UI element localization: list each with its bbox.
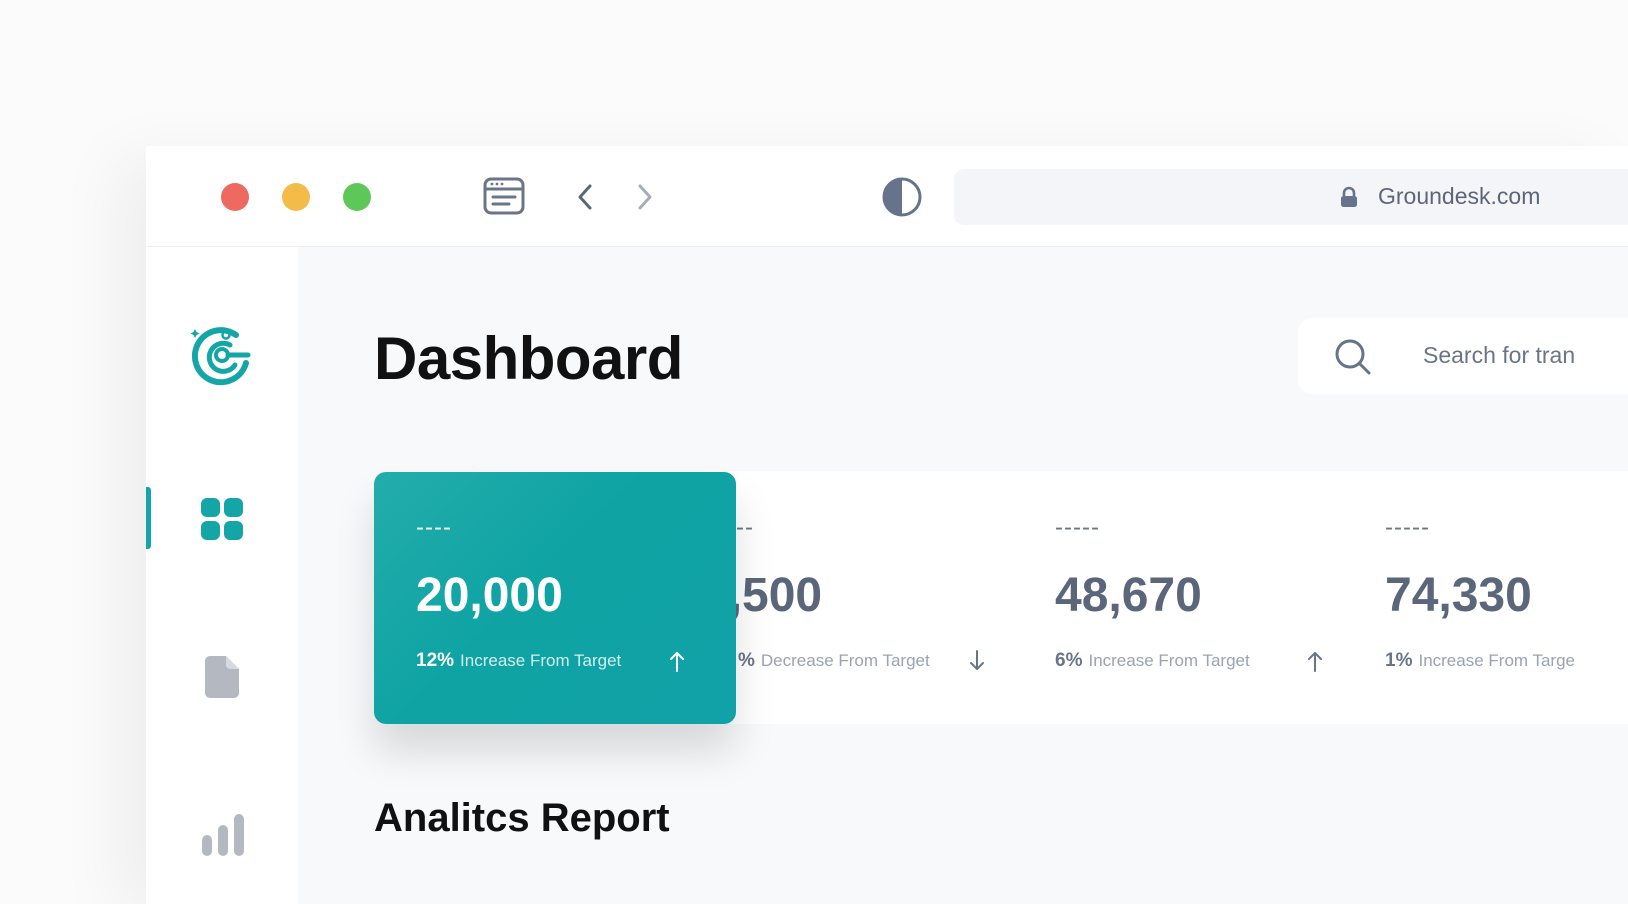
arrow-up-icon <box>1308 652 1322 672</box>
arrow-up-icon <box>670 652 684 672</box>
stat-change: 1% Increase From Targe <box>1385 649 1575 673</box>
sidebar <box>146 247 298 904</box>
stat-change-text: Increase From Target <box>1088 651 1250 670</box>
close-window-button[interactable] <box>221 183 249 211</box>
stat-change: 12% Increase From Target <box>416 649 621 673</box>
stat-change-text: Decrease From Target <box>760 651 930 670</box>
back-arrow-icon[interactable] <box>574 182 598 212</box>
groundesk-logo[interactable] <box>188 323 254 387</box>
sidebar-active-indicator <box>146 487 151 549</box>
maximize-window-button[interactable] <box>343 183 371 211</box>
search-input[interactable]: Search for tran <box>1423 342 1575 369</box>
stat-label: ----- <box>1055 514 1100 541</box>
stat-value: 20,000 <box>416 569 563 622</box>
sidebar-item-dashboard-grid-icon[interactable] <box>200 497 244 541</box>
stat-value: 6,500 <box>736 569 823 622</box>
stat-change: % Decrease From Target <box>738 649 930 673</box>
page-title: Dashboard <box>374 325 683 392</box>
stat-label: ----- <box>1385 514 1430 541</box>
lock-icon <box>1341 186 1357 207</box>
stat-value: 48,670 <box>1055 569 1202 622</box>
stat-card[interactable]: ---- 6,500 % Decrease From Target <box>736 472 1028 724</box>
stat-card[interactable]: ----- 48,670 6% Increase From Target <box>1028 472 1358 724</box>
stat-change-text: Increase From Targe <box>1418 651 1575 670</box>
address-bar[interactable]: Groundesk.com <box>954 169 1628 225</box>
stat-change: 6% Increase From Target <box>1055 649 1250 673</box>
stat-card-highlighted[interactable]: ---- 20,000 12% Increase From Target <box>374 472 736 724</box>
section-title: Analitcs Report <box>374 796 670 840</box>
sidebar-item-documents-document-icon[interactable] <box>204 655 240 699</box>
tabs-overview-icon[interactable] <box>482 176 526 216</box>
stat-card[interactable]: ----- 74,330 1% Increase From Targe <box>1358 472 1628 724</box>
stat-change-text: Increase From Target <box>460 651 622 670</box>
minimize-window-button[interactable] <box>282 183 310 211</box>
stat-percent: 12% <box>416 650 455 671</box>
url-text: Groundesk.com <box>1378 183 1541 209</box>
stat-label: ---- <box>416 514 452 541</box>
stat-percent: 1% <box>1385 650 1413 671</box>
sidebar-item-analytics-bar-chart-icon[interactable] <box>201 813 245 857</box>
browser-window: Groundesk.com Dashboard Search for tran … <box>146 146 1628 904</box>
arrow-down-icon <box>970 650 984 670</box>
stat-label: ---- <box>736 514 754 541</box>
browser-titlebar: Groundesk.com <box>146 146 1628 247</box>
theme-toggle-icon[interactable] <box>881 176 923 218</box>
stat-value: 74,330 <box>1385 569 1532 622</box>
search-box[interactable]: Search for tran <box>1298 318 1628 394</box>
forward-arrow-icon[interactable] <box>632 182 656 212</box>
stat-percent: % <box>738 650 755 671</box>
search-icon <box>1335 339 1371 375</box>
stat-percent: 6% <box>1055 650 1083 671</box>
